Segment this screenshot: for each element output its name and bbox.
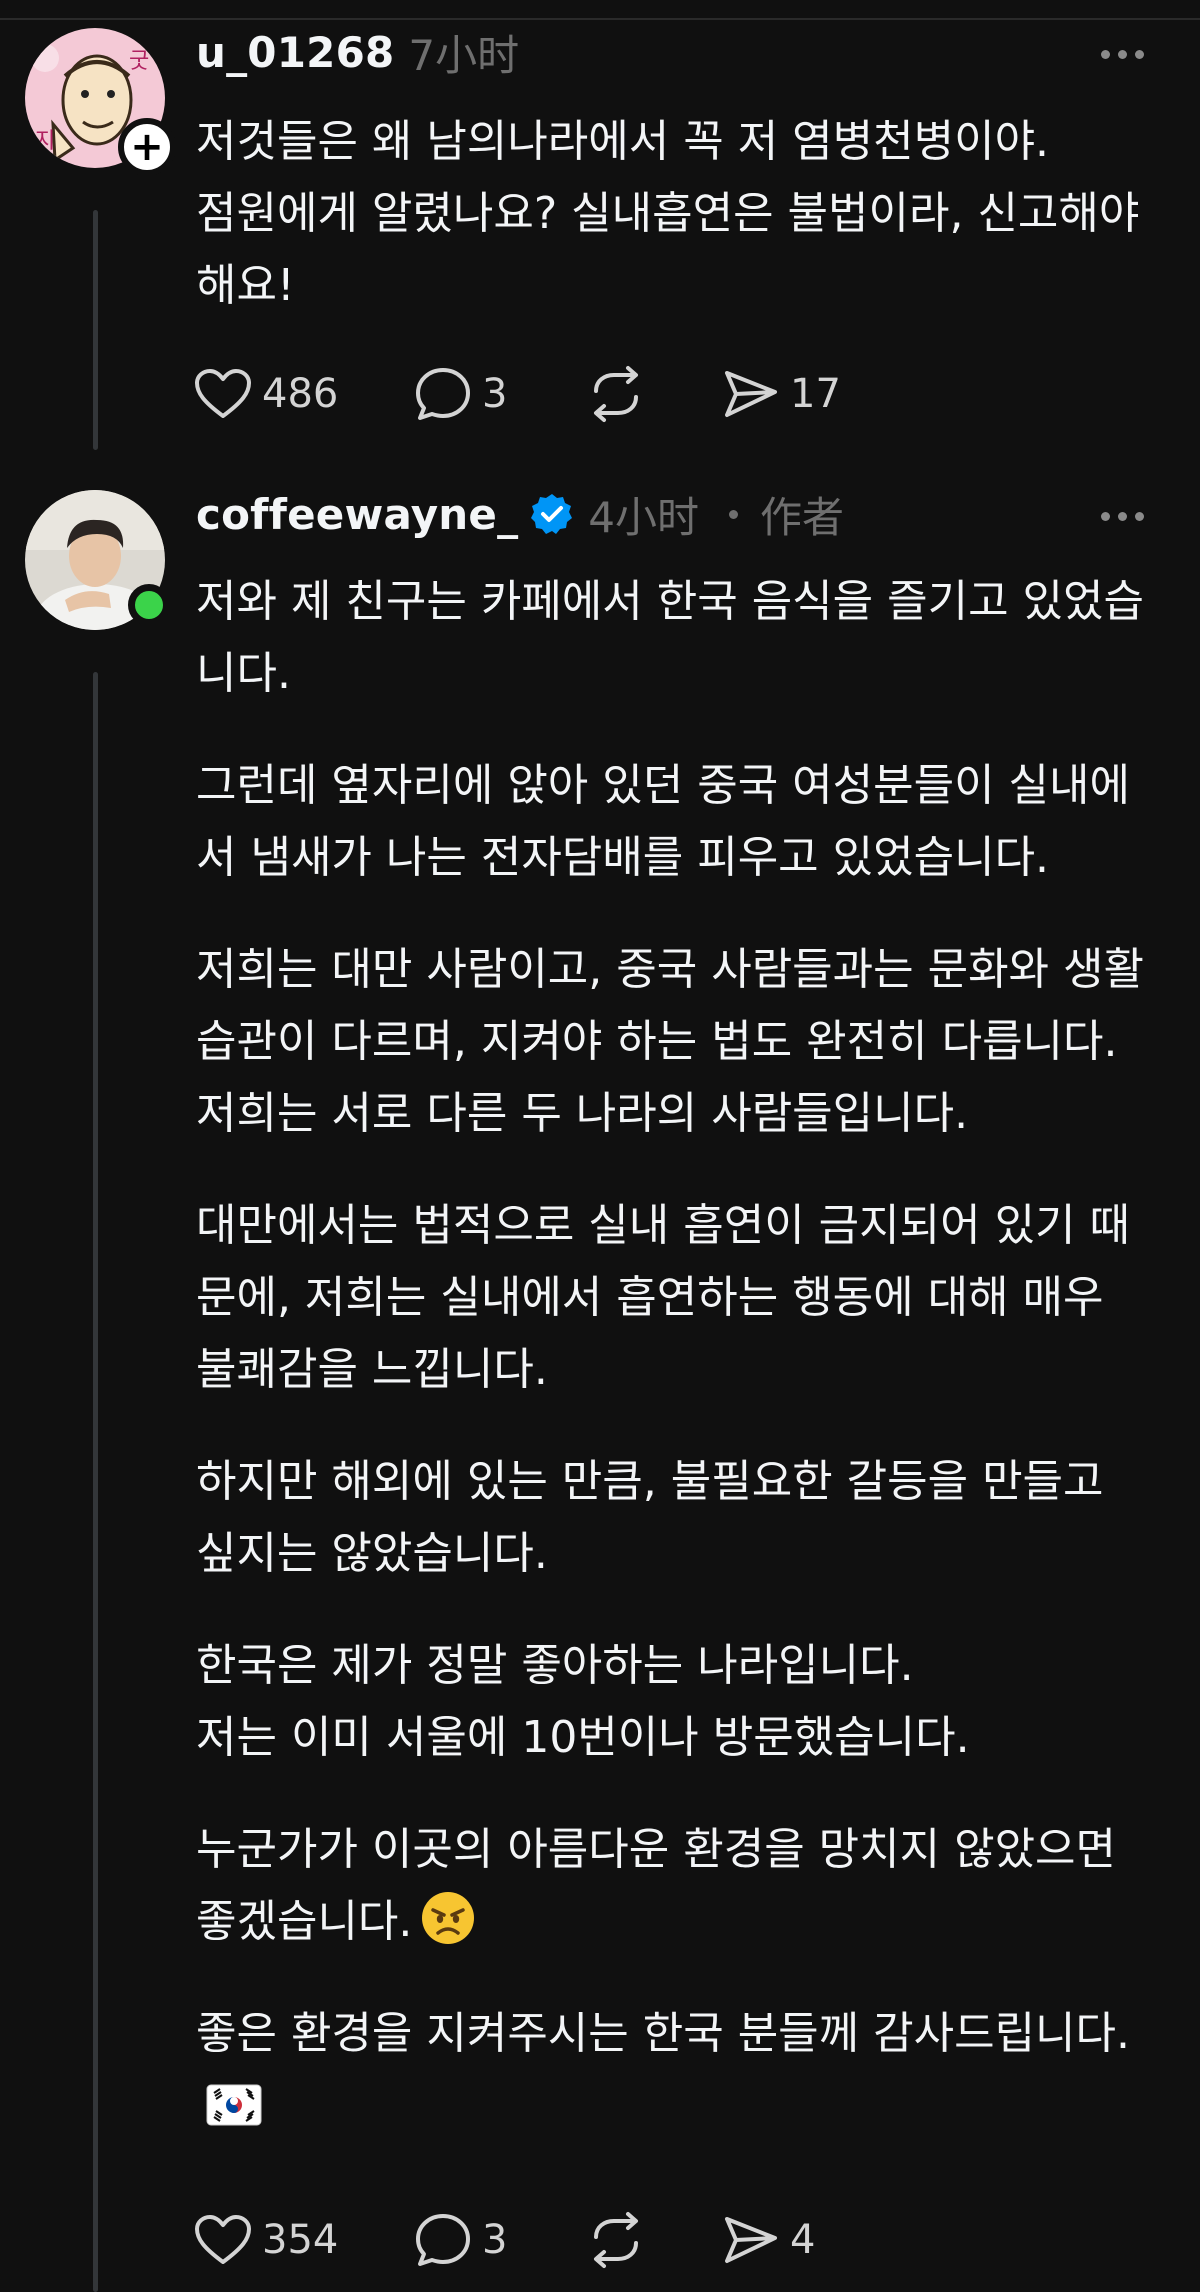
comment-bubble-icon <box>416 2214 470 2266</box>
comment-bubble-icon <box>416 368 470 420</box>
post-paragraph: 저희는 대만 사람이고, 중국 사람들과는 문화와 생활 습관이 다르며, 지켜… <box>196 944 1158 1139</box>
verified-badge-icon <box>531 494 573 534</box>
post-paragraph-text: 좋은 환경을 지켜주시는 한국 분들께 감사드립니다. <box>196 2008 1130 2059</box>
follow-plus-button[interactable]: + <box>118 118 176 176</box>
repost-icon <box>594 366 638 422</box>
thread-line <box>93 672 98 2292</box>
share-button[interactable]: 17 <box>722 364 862 424</box>
post-paragraph-with-emoji: 좋은 환경을 지켜주시는 한국 분들께 감사드립니다. <box>196 1998 1156 2142</box>
post-paragraph: 저것들은 왜 남의나라에서 꼭 저 염병천병이야. 점원에게 알렸나요? 실내흡… <box>196 116 1140 311</box>
send-icon <box>725 2217 777 2263</box>
angry-face-emoji <box>422 1892 475 1944</box>
post-body: 저것들은 왜 남의나라에서 꼭 저 염병천병이야. 점원에게 알렸나요? 실내흡… <box>196 106 1156 362</box>
like-count: 354 <box>262 2217 339 2263</box>
online-status-dot <box>128 584 170 626</box>
repost-button[interactable] <box>586 2210 722 2270</box>
post-paragraph: 그런데 옆자리에 앉아 있던 중국 여성분들이 실내에서 냄새가 나는 전자담배… <box>196 760 1130 883</box>
post-time: 7小时 <box>408 30 520 80</box>
repost-icon <box>594 2212 638 2268</box>
svg-text:지: 지 <box>35 129 55 154</box>
post-body: 저와 제 친구는 카페에서 한국 음식을 즐기고 있었습니다. 그런데 옆자리에… <box>196 566 1156 2182</box>
username[interactable]: u_01268 <box>196 28 394 77</box>
south-korea-flag-emoji <box>206 2084 262 2126</box>
share-button[interactable]: 4 <box>722 2210 862 2270</box>
reply-button[interactable]: 3 <box>414 364 586 424</box>
author-tag: 作者 <box>760 492 845 542</box>
reply-count: 3 <box>482 371 508 417</box>
heart-icon <box>195 369 251 418</box>
reply-count: 3 <box>482 2217 508 2263</box>
more-dots-icon[interactable] <box>1101 496 1144 536</box>
post-paragraph: 대만에서는 법적으로 실내 흡연이 금지되어 있기 때문에, 저희는 실내에서 … <box>196 1200 1130 1395</box>
like-button[interactable]: 486 <box>194 364 414 424</box>
heart-icon <box>195 2215 251 2264</box>
post-header: coffeewayne_ 4小时 作者 <box>196 486 844 542</box>
post-paragraph: 한국은 제가 정말 좋아하는 나라입니다. 저는 이미 서울에 10번이나 방문… <box>196 1640 970 1763</box>
thread-line <box>93 210 98 450</box>
post-time: 4小时 <box>588 492 700 542</box>
more-dots-icon[interactable] <box>1101 34 1144 74</box>
post-header: u_01268 7小时 <box>196 24 519 80</box>
post-paragraph-text: 누군가가 이곳의 아름다운 환경을 망치지 않았으면 좋겠습니다. <box>196 1824 1131 1947</box>
action-bar: 354 3 4 <box>194 2210 862 2270</box>
post-paragraph: 하지만 해외에 있는 만큼, 불필요한 갈등을 만들고 싶지는 않았습니다. <box>196 1456 1118 1579</box>
share-count: 4 <box>790 2217 816 2263</box>
action-bar: 486 3 17 <box>194 364 862 424</box>
share-count: 17 <box>790 371 841 417</box>
svg-text:굿: 굿 <box>129 49 149 74</box>
send-icon <box>725 371 777 417</box>
like-count: 486 <box>262 371 339 417</box>
post-paragraph-with-emoji: 누군가가 이곳의 아름다운 환경을 망치지 않았으면 좋겠습니다. <box>196 1814 1156 1958</box>
reply-button[interactable]: 3 <box>414 2210 586 2270</box>
top-divider <box>0 18 1200 20</box>
username[interactable]: coffeewayne_ <box>196 490 518 539</box>
post-paragraph: 저와 제 친구는 카페에서 한국 음식을 즐기고 있었습니다. <box>196 576 1144 699</box>
repost-button[interactable] <box>586 364 722 424</box>
separator-dot <box>729 509 739 519</box>
like-button[interactable]: 354 <box>194 2210 414 2270</box>
